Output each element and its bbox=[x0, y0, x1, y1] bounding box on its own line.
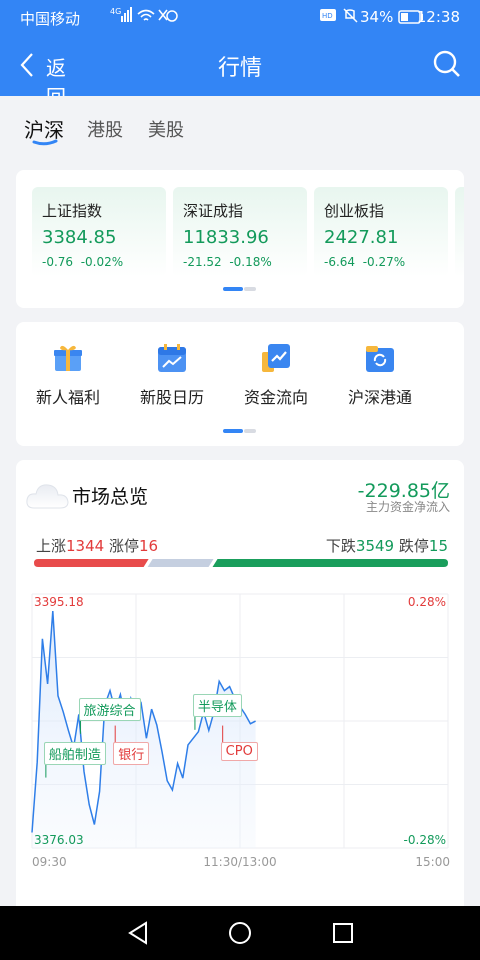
shortcut-institution[interactable]: 机构 bbox=[432, 342, 464, 412]
rise-stats: 上涨1344 涨停16 bbox=[36, 535, 158, 556]
rise-label: 上涨 bbox=[36, 537, 67, 555]
triangle-back-icon bbox=[128, 921, 147, 945]
x-label-close: 15:00 bbox=[415, 855, 450, 869]
limit-down-count: 15 bbox=[428, 537, 448, 555]
connect-icon bbox=[366, 346, 394, 372]
index-item-partial[interactable] bbox=[455, 187, 464, 277]
shortcut-fund-flow[interactable]: 资金流向 bbox=[224, 342, 328, 412]
clock: 12:38 bbox=[416, 8, 460, 26]
y-low-label: 3376.03 bbox=[34, 833, 84, 847]
shortcut-label: 资金流向 bbox=[243, 388, 308, 407]
index-name: 上证指数 bbox=[42, 202, 103, 220]
app-header: 返回 行情 bbox=[0, 34, 480, 109]
fall-stats: 下跌3549 跌停15 bbox=[326, 535, 448, 556]
overview-title: 市场总览 bbox=[72, 486, 149, 508]
index-item[interactable]: 深证成指 11833.96 -21.52 -0.18% bbox=[173, 187, 307, 277]
pct-low-label: -0.28% bbox=[404, 833, 446, 847]
breadth-flat-segment bbox=[147, 559, 214, 567]
event-tag[interactable]: 旅游综合 bbox=[78, 697, 141, 721]
y-high-label: 3395.18 bbox=[34, 595, 84, 609]
index-price: 2427.81 bbox=[324, 227, 399, 248]
index-change: -0.76 -0.02% bbox=[42, 255, 123, 269]
net-inflow-label: 主力资金净流入 bbox=[365, 500, 450, 514]
rise-count: 1344 bbox=[66, 537, 105, 555]
market-tabs: 沪深 港股 美股 bbox=[0, 96, 480, 158]
gift-icon bbox=[54, 345, 82, 371]
index-change-value: -21.52 bbox=[183, 255, 222, 269]
system-nav-bar bbox=[0, 906, 480, 960]
event-tag[interactable]: 银行 bbox=[113, 741, 150, 765]
search-button[interactable] bbox=[432, 49, 462, 83]
index-change-pct: -0.18% bbox=[229, 255, 272, 269]
carousel-indicator bbox=[223, 287, 257, 291]
network-icons: 4G bbox=[110, 6, 180, 30]
shortcut-new-user-benefit[interactable]: 新人福利 bbox=[16, 342, 120, 412]
x-label-midday: 11:30/13:00 bbox=[203, 855, 276, 869]
shortcut-label: 新股日历 bbox=[139, 388, 204, 407]
tab-us[interactable]: 美股 bbox=[148, 116, 184, 142]
tab-hk[interactable]: 港股 bbox=[87, 116, 123, 142]
price-area bbox=[32, 611, 256, 848]
shortcut-label: 沪深港通 bbox=[347, 388, 412, 407]
ipo-calendar-icon bbox=[158, 344, 186, 372]
x-label-open: 09:30 bbox=[32, 855, 67, 869]
index-change-pct: -0.02% bbox=[80, 255, 124, 269]
svg-text:4G: 4G bbox=[110, 7, 121, 16]
index-name: 深证成指 bbox=[183, 202, 244, 220]
fall-count: 3549 bbox=[355, 537, 395, 555]
pct-high-label: 0.28% bbox=[408, 595, 446, 609]
circle-home-icon bbox=[229, 922, 251, 944]
shortcut-card: 新人福利 新股日历 资金流向 沪深港通 机构 bbox=[16, 322, 464, 446]
carousel-indicator bbox=[223, 429, 257, 433]
fund-flow-icon bbox=[262, 344, 290, 372]
index-price: 3384.85 bbox=[42, 227, 117, 248]
square-recents-icon bbox=[333, 923, 353, 943]
shortcut-ipo-calendar[interactable]: 新股日历 bbox=[120, 342, 224, 412]
battery-text: 34% bbox=[360, 8, 394, 26]
app-screen: 中国移动 4G HD 34% 12:38 返 行情 沪深 港股 美股 上证指数 … bbox=[0, 0, 480, 960]
nav-home-button[interactable] bbox=[227, 920, 253, 950]
intraday-chart: 3395.18 3376.03 0.28% -0.28% 09:30 11:30/13:0… bbox=[31, 593, 450, 869]
index-price: 11833.96 bbox=[183, 227, 269, 248]
limit-up-count: 16 bbox=[139, 537, 159, 555]
nav-back-button[interactable] bbox=[126, 920, 152, 950]
breadth-fall-segment bbox=[212, 559, 448, 567]
event-tag[interactable]: CPO bbox=[220, 741, 258, 761]
index-change: -6.64 -0.27% bbox=[324, 255, 405, 269]
index-change-value: -6.64 bbox=[324, 255, 356, 269]
active-tab-indicator bbox=[32, 139, 58, 146]
page-title: 行情 bbox=[217, 56, 262, 81]
svg-text:HD: HD bbox=[322, 12, 333, 20]
status-bar: 中国移动 4G HD 34% 12:38 bbox=[0, 0, 480, 34]
event-tag[interactable]: 船舶制造 bbox=[43, 741, 106, 765]
index-card: 上证指数 3384.85 -0.76 -0.02% 深证成指 11833.96 … bbox=[16, 170, 464, 308]
index-item[interactable]: 上证指数 3384.85 -0.76 -0.02% bbox=[32, 187, 166, 277]
market-overview-card: 市场总览 -229.85亿 主力资金净流入 上涨1344 涨停16 下跌3549… bbox=[16, 460, 464, 920]
index-item[interactable]: 创业板指 2427.81 -6.64 -0.27% bbox=[314, 187, 448, 277]
carrier-label: 中国移动 bbox=[20, 10, 81, 28]
limit-down-label: 跌停 bbox=[398, 537, 429, 555]
fall-label: 下跌 bbox=[325, 537, 356, 555]
shortcut-connect[interactable]: 沪深港通 bbox=[328, 342, 432, 412]
market-breadth-bar bbox=[34, 559, 448, 567]
shortcut-label: 新人福利 bbox=[35, 388, 100, 407]
cloud-icon bbox=[26, 484, 69, 509]
index-change: -21.52 -0.18% bbox=[183, 255, 272, 269]
limit-up-label: 涨停 bbox=[108, 537, 139, 555]
shortcut-label: 机构 bbox=[432, 384, 464, 408]
index-change-value: -0.76 bbox=[42, 255, 74, 269]
index-name: 创业板指 bbox=[324, 202, 385, 220]
search-icon bbox=[433, 50, 460, 77]
nav-recents-button[interactable] bbox=[330, 920, 356, 950]
breadth-rise-segment bbox=[34, 559, 149, 567]
event-tag[interactable]: 半导体 bbox=[192, 693, 242, 717]
index-change-pct: -0.27% bbox=[362, 255, 406, 269]
